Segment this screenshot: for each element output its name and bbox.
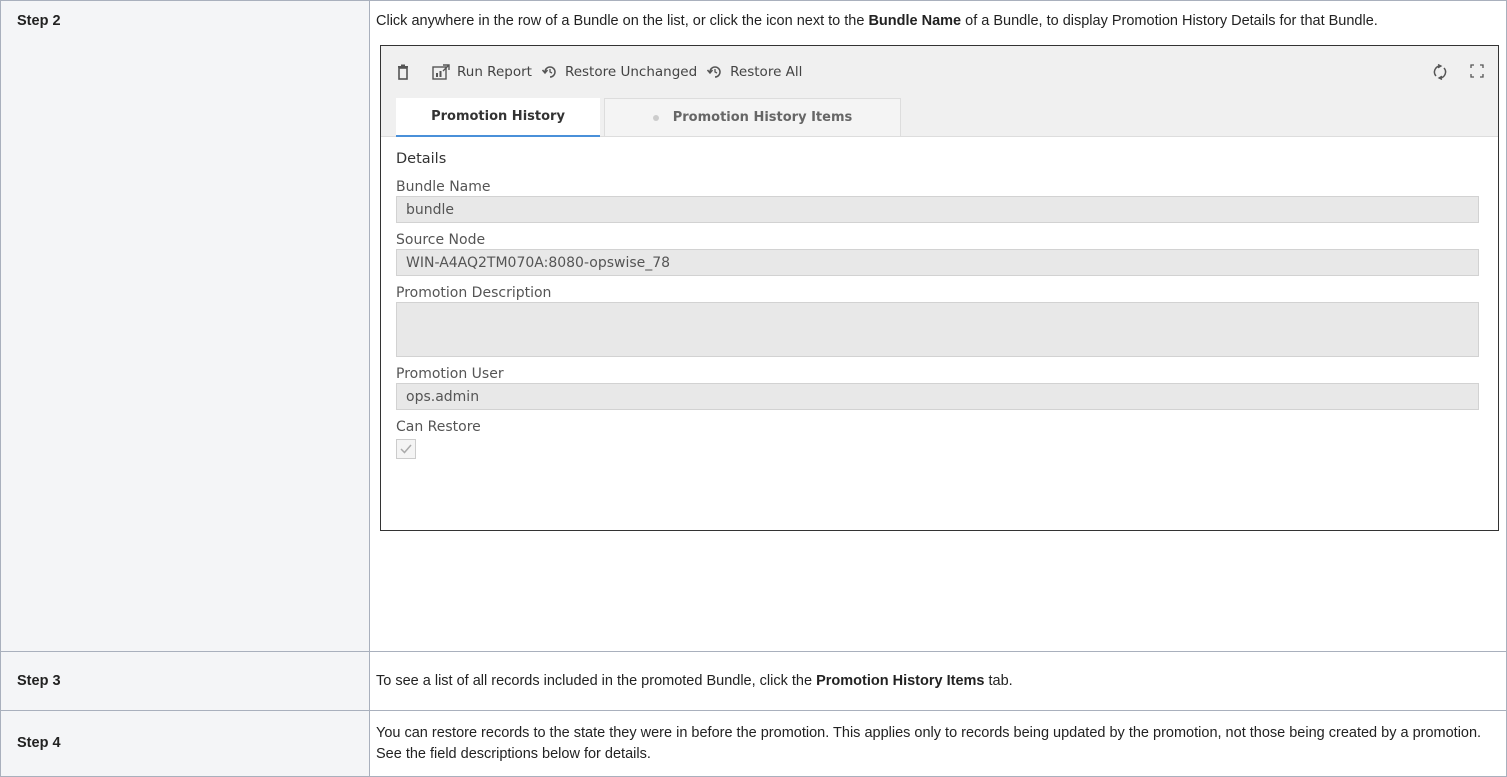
step-description: To see a list of all records included in…: [369, 651, 1507, 711]
step-label: Step 4: [0, 710, 370, 777]
restore-icon: [707, 66, 721, 78]
bold-term: Promotion History Items: [816, 672, 985, 689]
step-label: Step 2: [0, 0, 370, 652]
step-row: Step 3 To see a list of all records incl…: [0, 651, 1507, 711]
field-label: Bundle Name: [396, 179, 491, 195]
step-row: Step 4 You can restore records to the st…: [0, 710, 1507, 777]
promotion-history-screenshot: Run Report Restore Unchanged Restore All: [380, 45, 1499, 531]
delete-button[interactable]: [397, 64, 416, 80]
checkmark-icon: [400, 444, 412, 454]
toolbar: Run Report Restore Unchanged Restore All: [381, 46, 1498, 98]
report-icon: [432, 64, 450, 80]
tab-promotion-history[interactable]: Promotion History: [396, 98, 600, 137]
tab-promotion-history-items[interactable]: Promotion History Items: [604, 98, 901, 137]
bundle-name-field[interactable]: bundle: [396, 196, 1479, 223]
step-description: You can restore records to the state the…: [369, 710, 1507, 777]
trash-icon: [398, 64, 408, 80]
bold-term: Bundle Name: [868, 13, 962, 29]
step-row: Step 2 Click anywhere in the row of a Bu…: [0, 0, 1507, 652]
field-label: Promotion Description: [396, 285, 552, 301]
step-text: Click anywhere in the row of a Bundle on…: [376, 13, 1378, 29]
step-description: Click anywhere in the row of a Bundle on…: [369, 0, 1507, 652]
tab-bar: Promotion History Promotion History Item…: [381, 98, 1498, 137]
restore-all-button[interactable]: Restore All: [707, 62, 802, 83]
restore-icon: [541, 66, 556, 78]
field-label: Source Node: [396, 232, 486, 248]
toolbar-right: [1410, 63, 1484, 87]
maximize-icon[interactable]: [1470, 64, 1484, 87]
field-label: Promotion User: [396, 366, 504, 382]
promotion-user-field[interactable]: ops.admin: [396, 383, 1479, 410]
step-text: You can restore records to the state the…: [376, 725, 1482, 762]
promotion-description-field[interactable]: [396, 302, 1479, 357]
step-label: Step 3: [0, 651, 370, 711]
status-dot-icon: [652, 114, 659, 121]
steps-table: Step 2 Click anywhere in the row of a Bu…: [0, 0, 1507, 777]
source-node-field[interactable]: WIN-A4AQ2TM070A:8080-opswise_78: [396, 249, 1479, 276]
section-title: Details: [396, 151, 447, 167]
restore-unchanged-button[interactable]: Restore Unchanged: [541, 62, 697, 83]
field-label: Can Restore: [396, 419, 481, 435]
run-report-button[interactable]: Run Report: [432, 62, 532, 83]
can-restore-checkbox[interactable]: [396, 439, 416, 459]
refresh-icon[interactable]: [1432, 63, 1448, 87]
details-panel: Details Bundle Name bundle Source Node W…: [381, 149, 1498, 459]
